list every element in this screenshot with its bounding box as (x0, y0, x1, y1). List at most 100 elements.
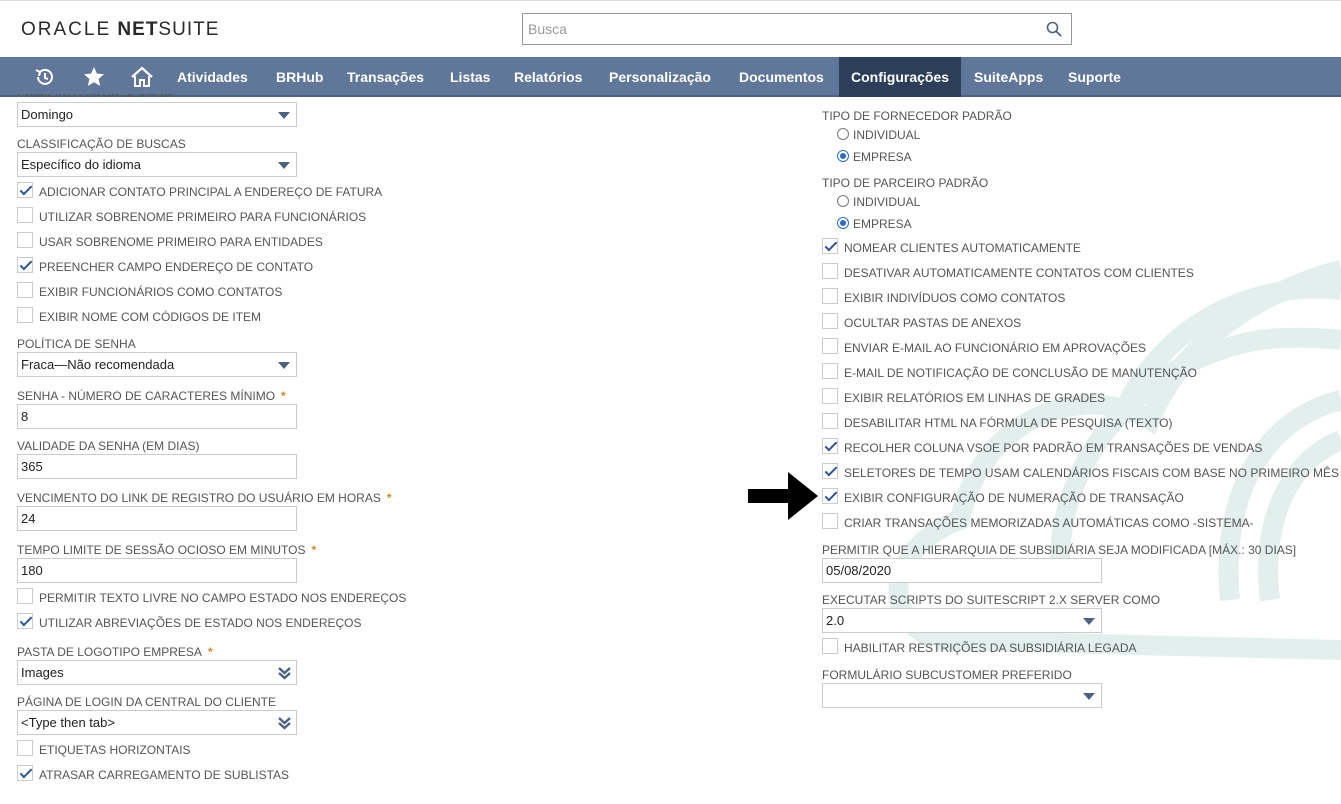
checkbox-unchecked[interactable] (822, 363, 838, 379)
checkbox-checked[interactable] (17, 613, 33, 629)
logo-oracle-text: ORACLE (21, 19, 112, 40)
radio-label: EMPRESA (853, 150, 912, 164)
checkbox-label: NOMEAR CLIENTES AUTOMATICAMENTE (844, 241, 1081, 255)
checkbox-unchecked[interactable] (822, 513, 838, 529)
checkbox-label: EXIBIR CONFIGURAÇÃO DE NUMERAÇÃO DE TRAN… (844, 491, 1184, 505)
double-chevron-down-icon[interactable] (278, 716, 291, 730)
recent-history-icon[interactable] (33, 65, 57, 89)
checkbox-checked[interactable] (17, 765, 33, 781)
home-icon[interactable] (130, 65, 154, 89)
logo-folder-value: Images (21, 665, 64, 680)
checkbox-unchecked[interactable] (822, 388, 838, 404)
checkbox-label: ADICIONAR CONTATO PRINCIPAL A ENDEREÇO D… (39, 185, 383, 199)
min-chars-label: SENHA - NÚMERO DE CARACTERES MÍNIMO * (17, 389, 286, 403)
checkbox-checked[interactable] (822, 438, 838, 454)
nav-personalizacao[interactable]: Personalização (597, 57, 723, 97)
checkbox-label: EXIBIR FUNCIONÁRIOS COMO CONTATOS (39, 285, 283, 299)
password-policy-select[interactable]: Fraca—Não recomendada (17, 352, 297, 377)
default-partner-type-label: TIPO DE PARCEIRO PADRÃO (822, 176, 989, 190)
nav-relatorios[interactable]: Relatórios (502, 57, 594, 97)
checkbox-checked[interactable] (822, 463, 838, 479)
checkbox-label: ETIQUETAS HORIZONTAIS (39, 743, 191, 757)
global-search[interactable] (522, 13, 1072, 45)
logo-folder-label-text: PASTA DE LOGOTIPO EMPRESA (17, 645, 202, 659)
nav-brhub[interactable]: BRHub (264, 57, 335, 97)
checkbox-label: UTILIZAR ABREVIAÇÕES DE ESTADO NOS ENDER… (39, 616, 362, 630)
search-sort-select[interactable]: Específico do idioma (17, 152, 297, 177)
checkbox-unchecked[interactable] (822, 338, 838, 354)
checkbox-label: UTILIZAR SOBRENOME PRIMEIRO PARA FUNCION… (39, 210, 367, 224)
oracle-netsuite-logo[interactable]: ORACLE NETSUITE (21, 19, 219, 41)
checkbox-unchecked[interactable] (17, 307, 33, 323)
min-chars-input[interactable]: 8 (17, 404, 297, 429)
double-chevron-down-icon[interactable] (278, 666, 291, 680)
nav-suporte[interactable]: Suporte (1056, 57, 1133, 97)
checkbox-label: SELETORES DE TEMPO USAM CALENDÁRIOS FISC… (844, 466, 1339, 480)
checkbox-unchecked[interactable] (822, 313, 838, 329)
checkbox-checked[interactable] (17, 182, 33, 198)
checkbox-label: PREENCHER CAMPO ENDEREÇO DE CONTATO (39, 260, 314, 274)
session-timeout-label-text: TEMPO LIMITE DE SESSÃO OCIOSO EM MINUTOS (17, 543, 306, 557)
chevron-down-icon (278, 162, 290, 169)
radio-label: EMPRESA (853, 217, 912, 231)
checkbox-label: EXIBIR NOME COM CÓDIGOS DE ITEM (39, 310, 262, 324)
min-chars-label-text: SENHA - NÚMERO DE CARACTERES MÍNIMO (17, 389, 276, 403)
checkbox-unchecked[interactable] (822, 413, 838, 429)
radio-label: INDIVIDUAL (853, 195, 921, 209)
checkbox-label: EXIBIR INDIVÍDUOS COMO CONTATOS (844, 291, 1066, 305)
password-validity-input[interactable]: 365 (17, 454, 297, 479)
customer-login-page-value: <Type then tab> (21, 715, 115, 730)
customer-login-page-label: PÁGINA DE LOGIN DA CENTRAL DO CLIENTE (17, 695, 276, 709)
checkbox-unchecked[interactable] (17, 207, 33, 223)
chevron-down-icon (1083, 618, 1095, 625)
checkbox-label: RECOLHER COLUNA VSOE POR PADRÃO EM TRANS… (844, 441, 1263, 455)
checkbox-label: DESABILITAR HTML NA FÓRMULA DE PESQUISA … (844, 416, 1173, 430)
link-expiry-label: VENCIMENTO DO LINK DE REGISTRO DO USUÁRI… (17, 491, 392, 505)
suitescript-version-select[interactable]: 2.0 (822, 608, 1102, 633)
required-mark: * (281, 389, 286, 403)
password-policy-value: Fraca—Não recomendada (21, 357, 175, 372)
star-icon[interactable] (82, 65, 106, 89)
checkbox-label: DESATIVAR AUTOMATICAMENTE CONTATOS COM C… (844, 266, 1194, 280)
required-mark: * (207, 645, 213, 659)
logo-folder-select[interactable]: Images (17, 660, 297, 685)
session-timeout-input[interactable]: 180 (17, 558, 297, 583)
nav-atividades[interactable]: Atividades (165, 57, 260, 97)
checkbox-label: PERMITIR TEXTO LIVRE NO CAMPO ESTADO NOS… (39, 591, 407, 605)
nav-configuracoes[interactable]: Configurações (839, 57, 962, 97)
radio-selected[interactable] (837, 217, 849, 229)
suitescript-version-value: 2.0 (826, 613, 845, 628)
checkbox-unchecked[interactable] (17, 588, 33, 604)
nav-transacoes[interactable]: Transações (335, 57, 436, 97)
radio-unselected[interactable] (837, 195, 849, 207)
checkbox-unchecked[interactable] (822, 638, 838, 654)
checkbox-checked[interactable] (822, 488, 838, 504)
chevron-down-icon (1083, 693, 1095, 700)
link-expiry-input[interactable]: 24 (17, 506, 297, 531)
logo-folder-label: PASTA DE LOGOTIPO EMPRESA * (17, 645, 213, 659)
checkbox-checked[interactable] (822, 238, 838, 254)
suitescript-version-label: EXECUTAR SCRIPTS DO SUITESCRIPT 2.X SERV… (822, 593, 1161, 607)
search-sort-label: CLASSIFICAÇÃO DE BUSCAS (17, 137, 186, 151)
checkbox-checked[interactable] (17, 257, 33, 273)
nav-suiteapps[interactable]: SuiteApps (962, 57, 1055, 97)
checkbox-unchecked[interactable] (822, 263, 838, 279)
subcustomer-form-select[interactable] (822, 683, 1102, 708)
checkbox-label: OCULTAR PASTAS DE ANEXOS (844, 316, 1022, 330)
first-day-value: Domingo (21, 107, 74, 122)
search-input[interactable] (523, 14, 1033, 44)
checkbox-unchecked[interactable] (17, 232, 33, 248)
checkbox-label: EXIBIR RELATÓRIOS EM LINHAS DE GRADES (844, 391, 1106, 405)
nav-documentos[interactable]: Documentos (727, 57, 836, 97)
radio-selected[interactable] (837, 150, 849, 162)
checkbox-unchecked[interactable] (822, 288, 838, 304)
checkbox-unchecked[interactable] (17, 282, 33, 298)
checkbox-unchecked[interactable] (17, 740, 33, 756)
customer-login-page-select[interactable]: <Type then tab> (17, 710, 297, 735)
radio-unselected[interactable] (837, 128, 849, 140)
first-day-select[interactable]: Domingo (17, 102, 297, 127)
session-timeout-label: TEMPO LIMITE DE SESSÃO OCIOSO EM MINUTOS… (17, 543, 316, 557)
subsidiary-hierarchy-date-input[interactable]: 05/08/2020 (822, 558, 1102, 583)
search-icon[interactable] (1046, 21, 1062, 37)
nav-listas[interactable]: Listas (438, 57, 502, 97)
